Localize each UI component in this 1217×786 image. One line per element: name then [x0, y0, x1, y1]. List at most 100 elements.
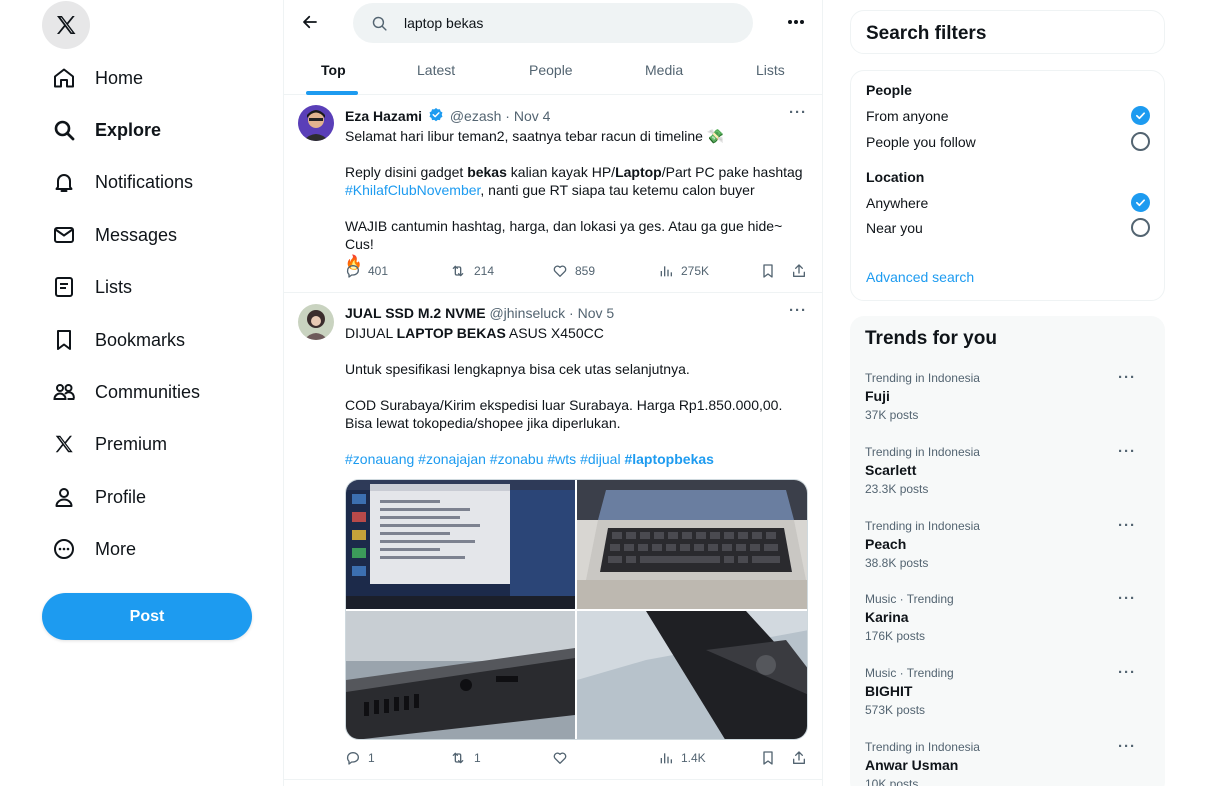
trend-count: 23.3K posts	[865, 482, 929, 496]
trend-more-button[interactable]: ···	[1118, 590, 1136, 607]
tweet-date[interactable]: Nov 4	[514, 108, 551, 124]
x-logo-icon	[57, 16, 76, 34]
tab-media[interactable]: Media	[645, 62, 683, 78]
nav-home-label: Home	[95, 67, 144, 88]
like-button[interactable]: 859	[552, 263, 595, 279]
tab-people[interactable]: People	[529, 62, 573, 78]
tweet-media-grid	[345, 479, 808, 740]
search-tabs: Top Latest People Media Lists	[284, 53, 822, 95]
views-chart-icon	[660, 266, 672, 277]
tweet-text: DIJUAL LAPTOP BEKAS ASUS X450CC Untuk sp…	[345, 324, 810, 468]
tweet-author-handle[interactable]: @jhinseluck	[489, 305, 565, 321]
trend-name: Fuji	[865, 388, 890, 404]
nav-home[interactable]: Home	[50, 58, 143, 98]
hashtag-link[interactable]: #laptopbekas	[624, 451, 713, 467]
nav-profile[interactable]: Profile	[50, 477, 146, 517]
x-logo-button[interactable]	[42, 1, 90, 49]
media-image-hinge[interactable]	[577, 611, 808, 740]
tweet-author-name[interactable]: Eza Hazami	[345, 108, 422, 124]
ellipsis-icon	[788, 20, 804, 24]
trend-more-button[interactable]: ···	[1118, 443, 1136, 460]
nav-explore[interactable]: Explore	[50, 110, 161, 150]
share-button[interactable]	[791, 263, 807, 279]
filter-near-you-label[interactable]: Near you	[866, 220, 923, 236]
tweet[interactable]: Eza Hazami @ezash · Nov 4 ··· Selamat ha…	[284, 96, 822, 293]
advanced-search-link[interactable]: Advanced search	[866, 269, 974, 285]
envelope-icon	[50, 221, 78, 249]
trend-more-button[interactable]: ···	[1118, 738, 1136, 755]
back-button[interactable]	[298, 10, 322, 34]
search-options-button[interactable]	[784, 12, 808, 32]
filter-from-anyone-radio[interactable]	[1131, 106, 1150, 125]
nav-premium[interactable]: Premium	[50, 424, 167, 464]
heart-icon	[553, 265, 567, 277]
tweet-separator: ·	[569, 305, 574, 321]
tweet-line: Selamat hari libur teman2, saatnya tebar…	[345, 128, 725, 144]
tweet-more-button[interactable]: ···	[789, 104, 807, 121]
nav-lists[interactable]: Lists	[50, 267, 132, 307]
avatar[interactable]	[298, 304, 334, 340]
trend-context: Music · Trending	[865, 592, 954, 606]
nav-profile-label: Profile	[95, 486, 147, 507]
list-icon	[50, 273, 78, 301]
nav-notifications[interactable]: Notifications	[50, 162, 193, 202]
tweet-author-handle[interactable]: @ezash	[450, 108, 502, 124]
views-button[interactable]: 275K	[658, 263, 709, 279]
search-input[interactable]: laptop bekas	[353, 3, 753, 43]
share-button[interactable]	[791, 750, 807, 766]
filter-near-you-radio[interactable]	[1131, 218, 1150, 237]
trend-item[interactable]: Music · Trending Karina 176K posts ···	[865, 590, 1155, 643]
heart-icon	[553, 752, 567, 764]
tweet-more-button[interactable]: ···	[789, 302, 807, 319]
trend-count: 37K posts	[865, 408, 919, 422]
bookmark-icon	[50, 326, 78, 354]
trend-item[interactable]: Trending in Indonesia Anwar Usman 10K po…	[865, 738, 1155, 786]
bell-icon	[50, 168, 78, 196]
tab-latest[interactable]: Latest	[417, 62, 455, 78]
filter-people-you-follow-label[interactable]: People you follow	[866, 134, 976, 150]
nav-bookmarks[interactable]: Bookmarks	[50, 320, 185, 360]
trend-item[interactable]: Trending in Indonesia Scarlett 23.3K pos…	[865, 443, 1155, 496]
bookmark-button[interactable]	[760, 750, 776, 766]
media-image-ports[interactable]	[346, 611, 575, 740]
trend-item[interactable]: Trending in Indonesia Peach 38.8K posts …	[865, 517, 1155, 570]
views-count: 1.4K	[681, 751, 706, 765]
hashtag-link[interactable]: #zonauang #zonajajan #zonabu #wts #dijua…	[345, 451, 624, 467]
like-button[interactable]	[552, 750, 575, 766]
retweet-button[interactable]: 214	[449, 263, 494, 279]
trend-count: 573K posts	[865, 703, 926, 717]
nav-more[interactable]: More	[50, 529, 136, 569]
tab-lists[interactable]: Lists	[756, 62, 785, 78]
hashtag-link[interactable]: #KhilafClubNovember	[345, 182, 480, 198]
filter-anywhere-label[interactable]: Anywhere	[866, 195, 928, 211]
nav-messages-label: Messages	[95, 224, 178, 245]
nav-explore-label: Explore	[95, 119, 162, 140]
trend-more-button[interactable]: ···	[1118, 664, 1136, 681]
search-icon	[50, 116, 78, 144]
views-button[interactable]: 1.4K	[658, 750, 706, 766]
search-query: laptop bekas	[404, 15, 484, 31]
trend-item[interactable]: Music · Trending BIGHIT 573K posts ···	[865, 664, 1155, 717]
reply-button[interactable]: 1	[345, 750, 375, 766]
filter-anywhere-radio[interactable]	[1131, 193, 1150, 212]
tweet-date[interactable]: Nov 5	[578, 305, 615, 321]
post-button[interactable]: Post	[42, 593, 252, 640]
avatar[interactable]	[298, 105, 334, 141]
filter-people-you-follow-radio[interactable]	[1131, 132, 1150, 151]
trend-more-button[interactable]: ···	[1118, 369, 1136, 386]
nav-communities[interactable]: Communities	[50, 372, 200, 412]
tweet[interactable]: JUAL SSD M.2 NVME @jhinseluck · Nov 5 ··…	[284, 294, 822, 780]
nav-messages[interactable]: Messages	[50, 215, 177, 255]
trend-item[interactable]: Trending in Indonesia Fuji 37K posts ···	[865, 369, 1155, 422]
retweet-button[interactable]: 1	[449, 750, 481, 766]
filter-from-anyone-label[interactable]: From anyone	[866, 108, 948, 124]
tweet-author-name[interactable]: JUAL SSD M.2 NVME	[345, 305, 486, 321]
tweet-actions: 401 214 859 275K	[345, 263, 810, 283]
bookmark-button[interactable]	[760, 263, 776, 279]
trend-more-button[interactable]: ···	[1118, 517, 1136, 534]
communities-icon	[50, 378, 78, 406]
tab-top[interactable]: Top	[321, 62, 346, 78]
media-image-screen[interactable]	[346, 480, 575, 609]
reply-button[interactable]: 401	[345, 263, 388, 279]
media-image-laptop[interactable]	[577, 480, 808, 609]
